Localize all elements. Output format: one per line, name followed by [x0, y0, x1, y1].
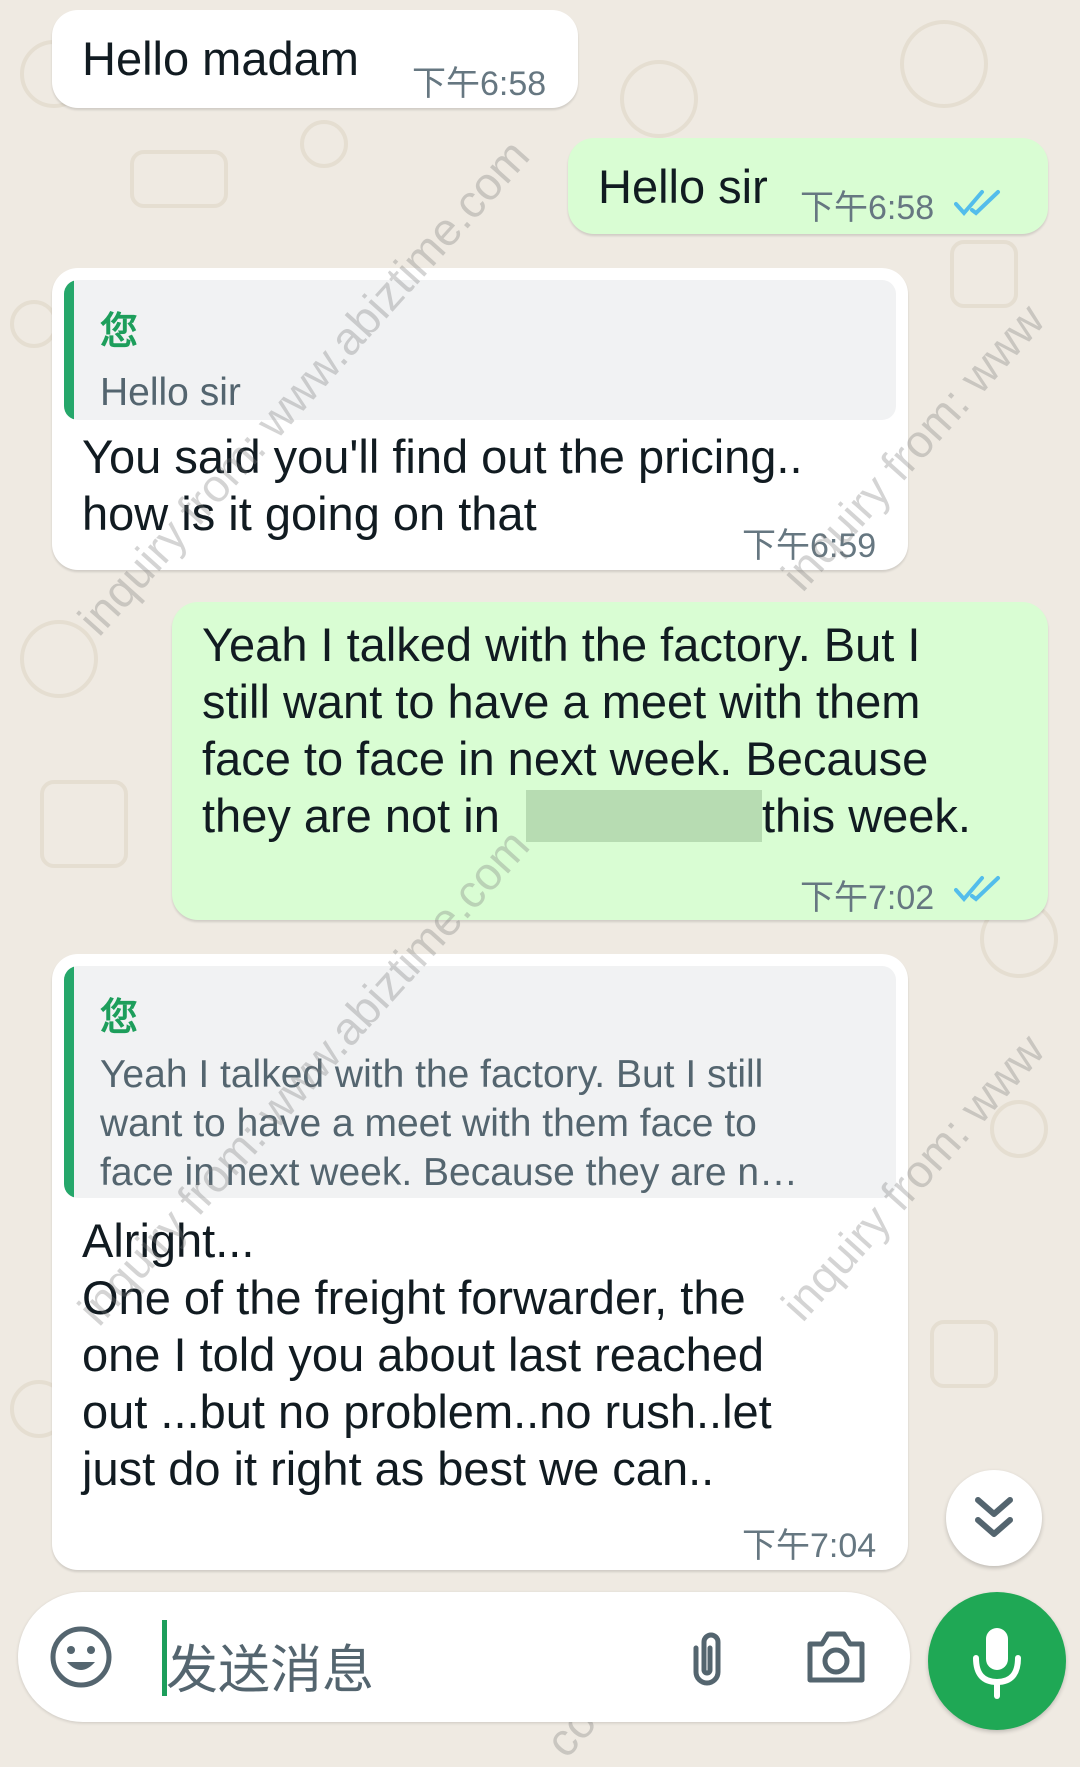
redacted-text	[526, 790, 762, 842]
double-check-icon	[954, 876, 1000, 903]
message-time: 下午6:58	[800, 189, 935, 227]
quote-author: 您	[100, 997, 139, 1039]
message-bubble-incoming[interactable]: 您 Yeah I talked with the factory. But I …	[52, 954, 908, 1570]
mic-icon	[973, 1628, 1021, 1699]
message-text: You said you'll find out the pricing.. h…	[82, 430, 803, 540]
message-text: Hello madam	[82, 32, 359, 85]
message-input[interactable]: 发送消息	[166, 1628, 374, 1703]
quoted-message[interactable]: 您 Yeah I talked with the factory. But I …	[64, 966, 896, 1198]
paperclip-icon[interactable]	[682, 1626, 732, 1692]
quoted-message[interactable]: 您 Hello sir	[64, 280, 896, 420]
quote-accent-bar	[64, 280, 74, 420]
message-time: 下午6:59	[742, 527, 877, 565]
quote-text: Yeah I talked with the factory. But I st…	[100, 1053, 799, 1194]
quote-text: Hello sir	[100, 371, 241, 414]
message-text-continued: this week.	[762, 789, 971, 842]
message-text: Alright... One of the freight forwarder,…	[82, 1214, 772, 1495]
message-bubble-outgoing[interactable]: Hello sir 下午6:58	[568, 138, 1048, 234]
message-bubble-outgoing[interactable]: Yeah I talked with the factory. But I st…	[172, 602, 1048, 920]
message-bubble-incoming[interactable]: 您 Hello sir You said you'll find out the…	[52, 268, 908, 570]
double-check-icon	[954, 190, 1000, 217]
message-time: 下午7:02	[800, 879, 935, 917]
scroll-to-bottom-button[interactable]	[946, 1470, 1042, 1566]
double-chevron-down-icon	[975, 1497, 1013, 1537]
voice-message-button[interactable]	[928, 1592, 1066, 1730]
message-time: 下午6:58	[412, 65, 547, 103]
camera-icon[interactable]	[804, 1628, 868, 1686]
quote-author: 您	[100, 311, 139, 353]
message-time: 下午7:04	[742, 1527, 877, 1565]
quote-accent-bar	[64, 966, 74, 1198]
message-text: Hello sir	[598, 160, 768, 213]
message-composer[interactable]: 发送消息	[18, 1592, 910, 1722]
emoji-icon[interactable]	[48, 1624, 114, 1690]
message-bubble-incoming[interactable]: Hello madam 下午6:58	[52, 10, 578, 108]
